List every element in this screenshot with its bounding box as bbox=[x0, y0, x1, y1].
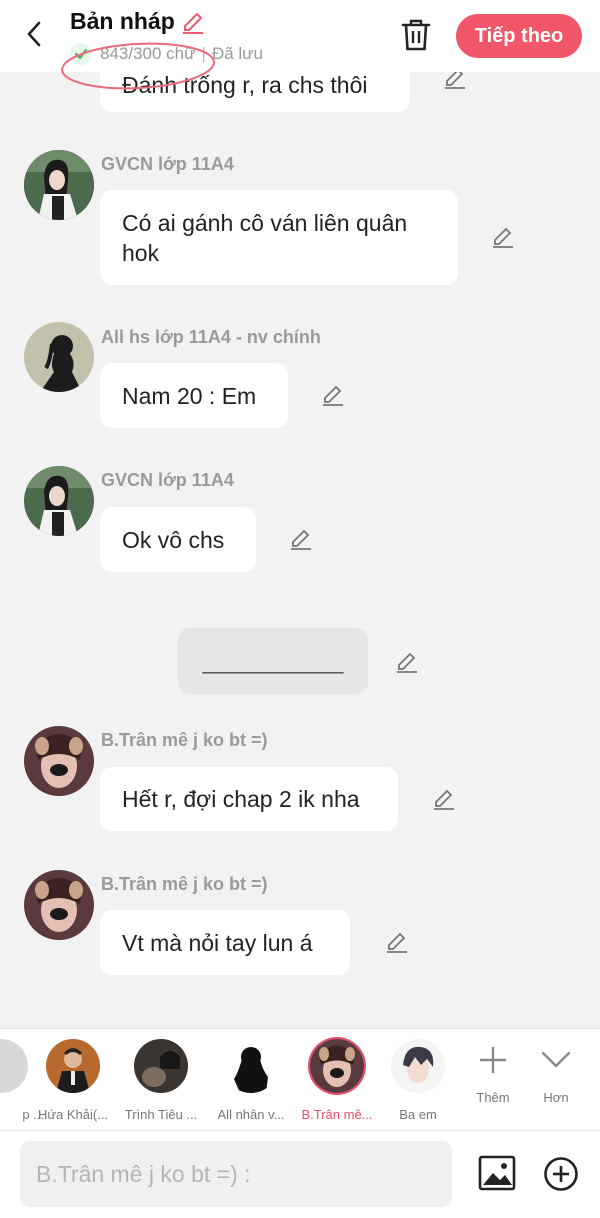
image-icon[interactable] bbox=[478, 1155, 516, 1191]
edit-icon[interactable] bbox=[394, 650, 420, 676]
message-bubble[interactable]: Nam 20 : Em bbox=[100, 363, 288, 428]
edit-icon[interactable] bbox=[384, 930, 410, 956]
composer bbox=[0, 1130, 600, 1218]
character-option[interactable]: Ba em bbox=[382, 1039, 454, 1122]
top-bar: Bản nháp 843/300 chữ | Đã lưu Tiếp theo bbox=[0, 0, 600, 90]
character-option-label: B.Trân mê... bbox=[301, 1107, 373, 1122]
avatar[interactable] bbox=[24, 466, 94, 536]
plus-icon bbox=[480, 1047, 506, 1073]
avatar[interactable] bbox=[24, 322, 94, 392]
avatar bbox=[391, 1039, 445, 1093]
character-name: GVCN lớp 11A4 bbox=[101, 470, 234, 490]
avatar bbox=[0, 1039, 28, 1093]
next-button[interactable]: Tiếp theo bbox=[456, 14, 582, 58]
edit-icon[interactable] bbox=[431, 787, 457, 813]
message-text: Có ai gánh cô ván liên quân hok bbox=[122, 210, 408, 266]
back-button[interactable] bbox=[14, 14, 54, 54]
avatar bbox=[134, 1039, 188, 1093]
word-count: 843/300 chữ bbox=[100, 44, 196, 63]
character-option-label: All nhân v... bbox=[217, 1107, 285, 1122]
avatar bbox=[46, 1039, 100, 1093]
message-text: Đánh trống r, ra chs thôi bbox=[122, 72, 368, 98]
character-name: All hs lớp 11A4 - nv chính bbox=[101, 327, 321, 347]
expand-button[interactable]: Hơn bbox=[526, 1043, 586, 1105]
character-option-selected[interactable]: B.Trân mê... bbox=[294, 1039, 380, 1122]
edit-icon[interactable] bbox=[288, 527, 314, 553]
message-bubble[interactable]: Ok vô chs bbox=[100, 507, 256, 572]
character-option[interactable]: All nhân v... bbox=[208, 1039, 294, 1122]
message-text: Vt mà nỏi tay lun á bbox=[122, 929, 313, 956]
edit-icon[interactable] bbox=[320, 383, 346, 409]
avatar bbox=[224, 1039, 278, 1093]
expand-label: Hơn bbox=[543, 1090, 569, 1105]
narration-bubble[interactable]: ___________ bbox=[178, 628, 368, 694]
avatar[interactable] bbox=[24, 150, 94, 220]
message-text: Ok vô chs bbox=[122, 526, 225, 553]
narration-text: ___________ bbox=[202, 648, 344, 674]
separator: | bbox=[201, 44, 206, 63]
character-option-label: Trình Tiêu ... bbox=[124, 1107, 198, 1122]
message-bubble[interactable]: Có ai gánh cô ván liên quân hok bbox=[100, 190, 458, 285]
character-selector: p ... Hứa Khải(... Trình Tiêu ... All nh… bbox=[0, 1028, 600, 1130]
character-name: B.Trân mê j ko bt =) bbox=[101, 874, 268, 894]
chevron-left-icon bbox=[27, 21, 41, 47]
avatar bbox=[310, 1039, 364, 1093]
message-text: Nam 20 : Em bbox=[122, 382, 257, 409]
save-status: Đã lưu bbox=[211, 44, 264, 63]
avatar[interactable] bbox=[24, 870, 94, 940]
message-bubble[interactable]: Hết r, đợi chap 2 ik nha bbox=[100, 767, 398, 831]
message-bubble[interactable]: Vt mà nỏi tay lun á bbox=[100, 910, 350, 975]
avatar[interactable] bbox=[24, 726, 94, 796]
message-text: Hết r, đợi chap 2 ik nha bbox=[122, 786, 360, 812]
character-option[interactable]: Trình Tiêu ... bbox=[118, 1039, 204, 1122]
page-title: Bản nháp bbox=[70, 8, 175, 34]
character-option-label: Hứa Khải(... bbox=[37, 1107, 109, 1122]
character-option[interactable]: Hứa Khải(... bbox=[30, 1039, 116, 1122]
add-character-button[interactable]: Thêm bbox=[463, 1043, 523, 1105]
check-icon bbox=[70, 43, 92, 65]
character-option-label: Ba em bbox=[399, 1107, 437, 1122]
edit-icon[interactable] bbox=[490, 225, 516, 251]
chevron-down-icon bbox=[541, 1051, 571, 1068]
character-name: GVCN lớp 11A4 bbox=[101, 154, 234, 174]
character-name: B.Trân mê j ko bt =) bbox=[101, 730, 268, 750]
draft-status: 843/300 chữ | Đã lưu bbox=[70, 43, 263, 65]
message-input[interactable] bbox=[20, 1141, 452, 1207]
trash-icon[interactable] bbox=[398, 16, 434, 54]
add-circle-icon[interactable] bbox=[543, 1156, 579, 1192]
pencil-icon[interactable] bbox=[180, 10, 206, 36]
add-character-label: Thêm bbox=[476, 1090, 510, 1105]
